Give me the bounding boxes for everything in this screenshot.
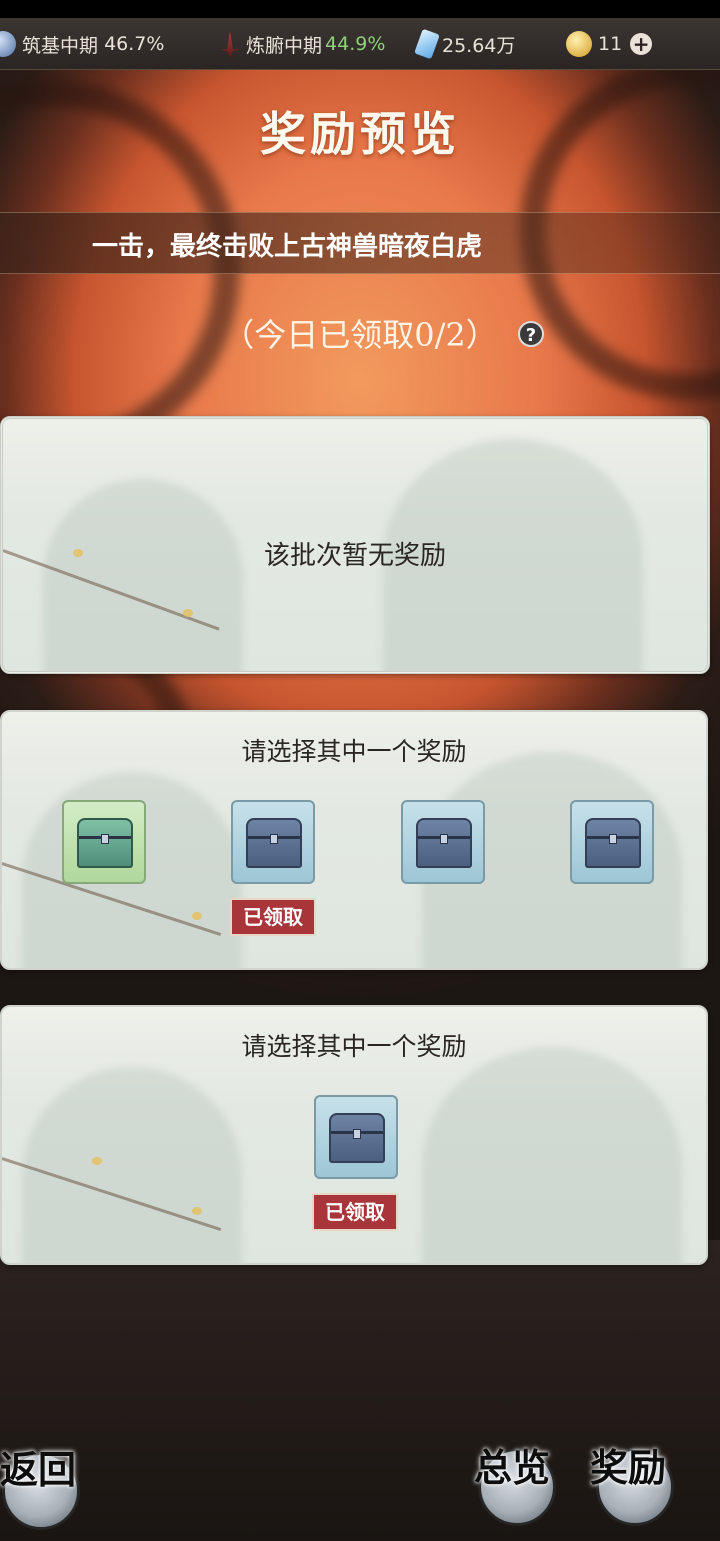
reward-chest[interactable] (62, 800, 146, 884)
page-title: 奖励预览 (260, 107, 460, 161)
chest-icon (329, 1113, 385, 1163)
spirit-stone-icon (414, 28, 440, 60)
spirit-stones[interactable]: 25.64万 (414, 28, 516, 60)
chest-icon (416, 818, 472, 868)
reward-chest[interactable] (231, 800, 315, 884)
realm-2-name: 炼腑中期 (246, 34, 323, 57)
overview-button-label: 总览 (474, 1445, 551, 1490)
sword-icon (220, 31, 240, 57)
task-banner: 一击，最终击败上古神兽暗夜白虎 (0, 212, 720, 274)
back-button-label: 返回 (0, 1447, 77, 1492)
realm-2[interactable]: 炼腑中期 44.9% (220, 30, 385, 58)
realm-1-progress: 46.7% (104, 33, 165, 55)
chest-icon (77, 818, 133, 868)
empty-reward-text: 该批次暂无奖励 (263, 541, 446, 571)
choose-reward-prompt: 请选择其中一个奖励 (241, 1032, 467, 1061)
help-icon[interactable]: ? (518, 321, 544, 347)
realm-1[interactable]: 筑基中期 46.7% (0, 30, 164, 58)
reward-panel-choice-2: 请选择其中一个奖励 已领取 (0, 1005, 708, 1265)
reward-panel-empty: 该批次暂无奖励 (0, 416, 710, 674)
reward-chest[interactable] (314, 1095, 398, 1179)
claimed-badge: 已领取 (312, 1193, 398, 1231)
daily-claimed-count: （今日已领取0/2） (222, 316, 498, 354)
add-currency-button[interactable]: + (630, 33, 653, 55)
reward-panel-choice-1: 请选择其中一个奖励 已领取 (0, 710, 708, 970)
gold-ingot-icon (566, 31, 592, 57)
currency-value: 11 (598, 33, 623, 55)
resource-bar: 筑基中期 46.7% 炼腑中期 44.9% 25.64万 11 + (0, 18, 720, 70)
realm-2-progress: 44.9% (325, 33, 386, 55)
choose-reward-prompt: 请选择其中一个奖励 (241, 737, 467, 766)
currency: 11 + (566, 30, 653, 58)
realm-1-name: 筑基中期 (22, 34, 99, 57)
yin-yang-icon (0, 31, 16, 57)
reward-chest[interactable] (570, 800, 654, 884)
chest-icon (585, 818, 641, 868)
status-strip (0, 0, 720, 18)
chest-icon (246, 818, 302, 868)
task-text: 一击，最终击败上古神兽暗夜白虎 (92, 232, 483, 262)
reward-chest[interactable] (401, 800, 485, 884)
reward-button-label: 奖励 (590, 1445, 667, 1490)
claimed-badge: 已领取 (230, 898, 316, 936)
spirit-stones-value: 25.64万 (442, 34, 516, 57)
